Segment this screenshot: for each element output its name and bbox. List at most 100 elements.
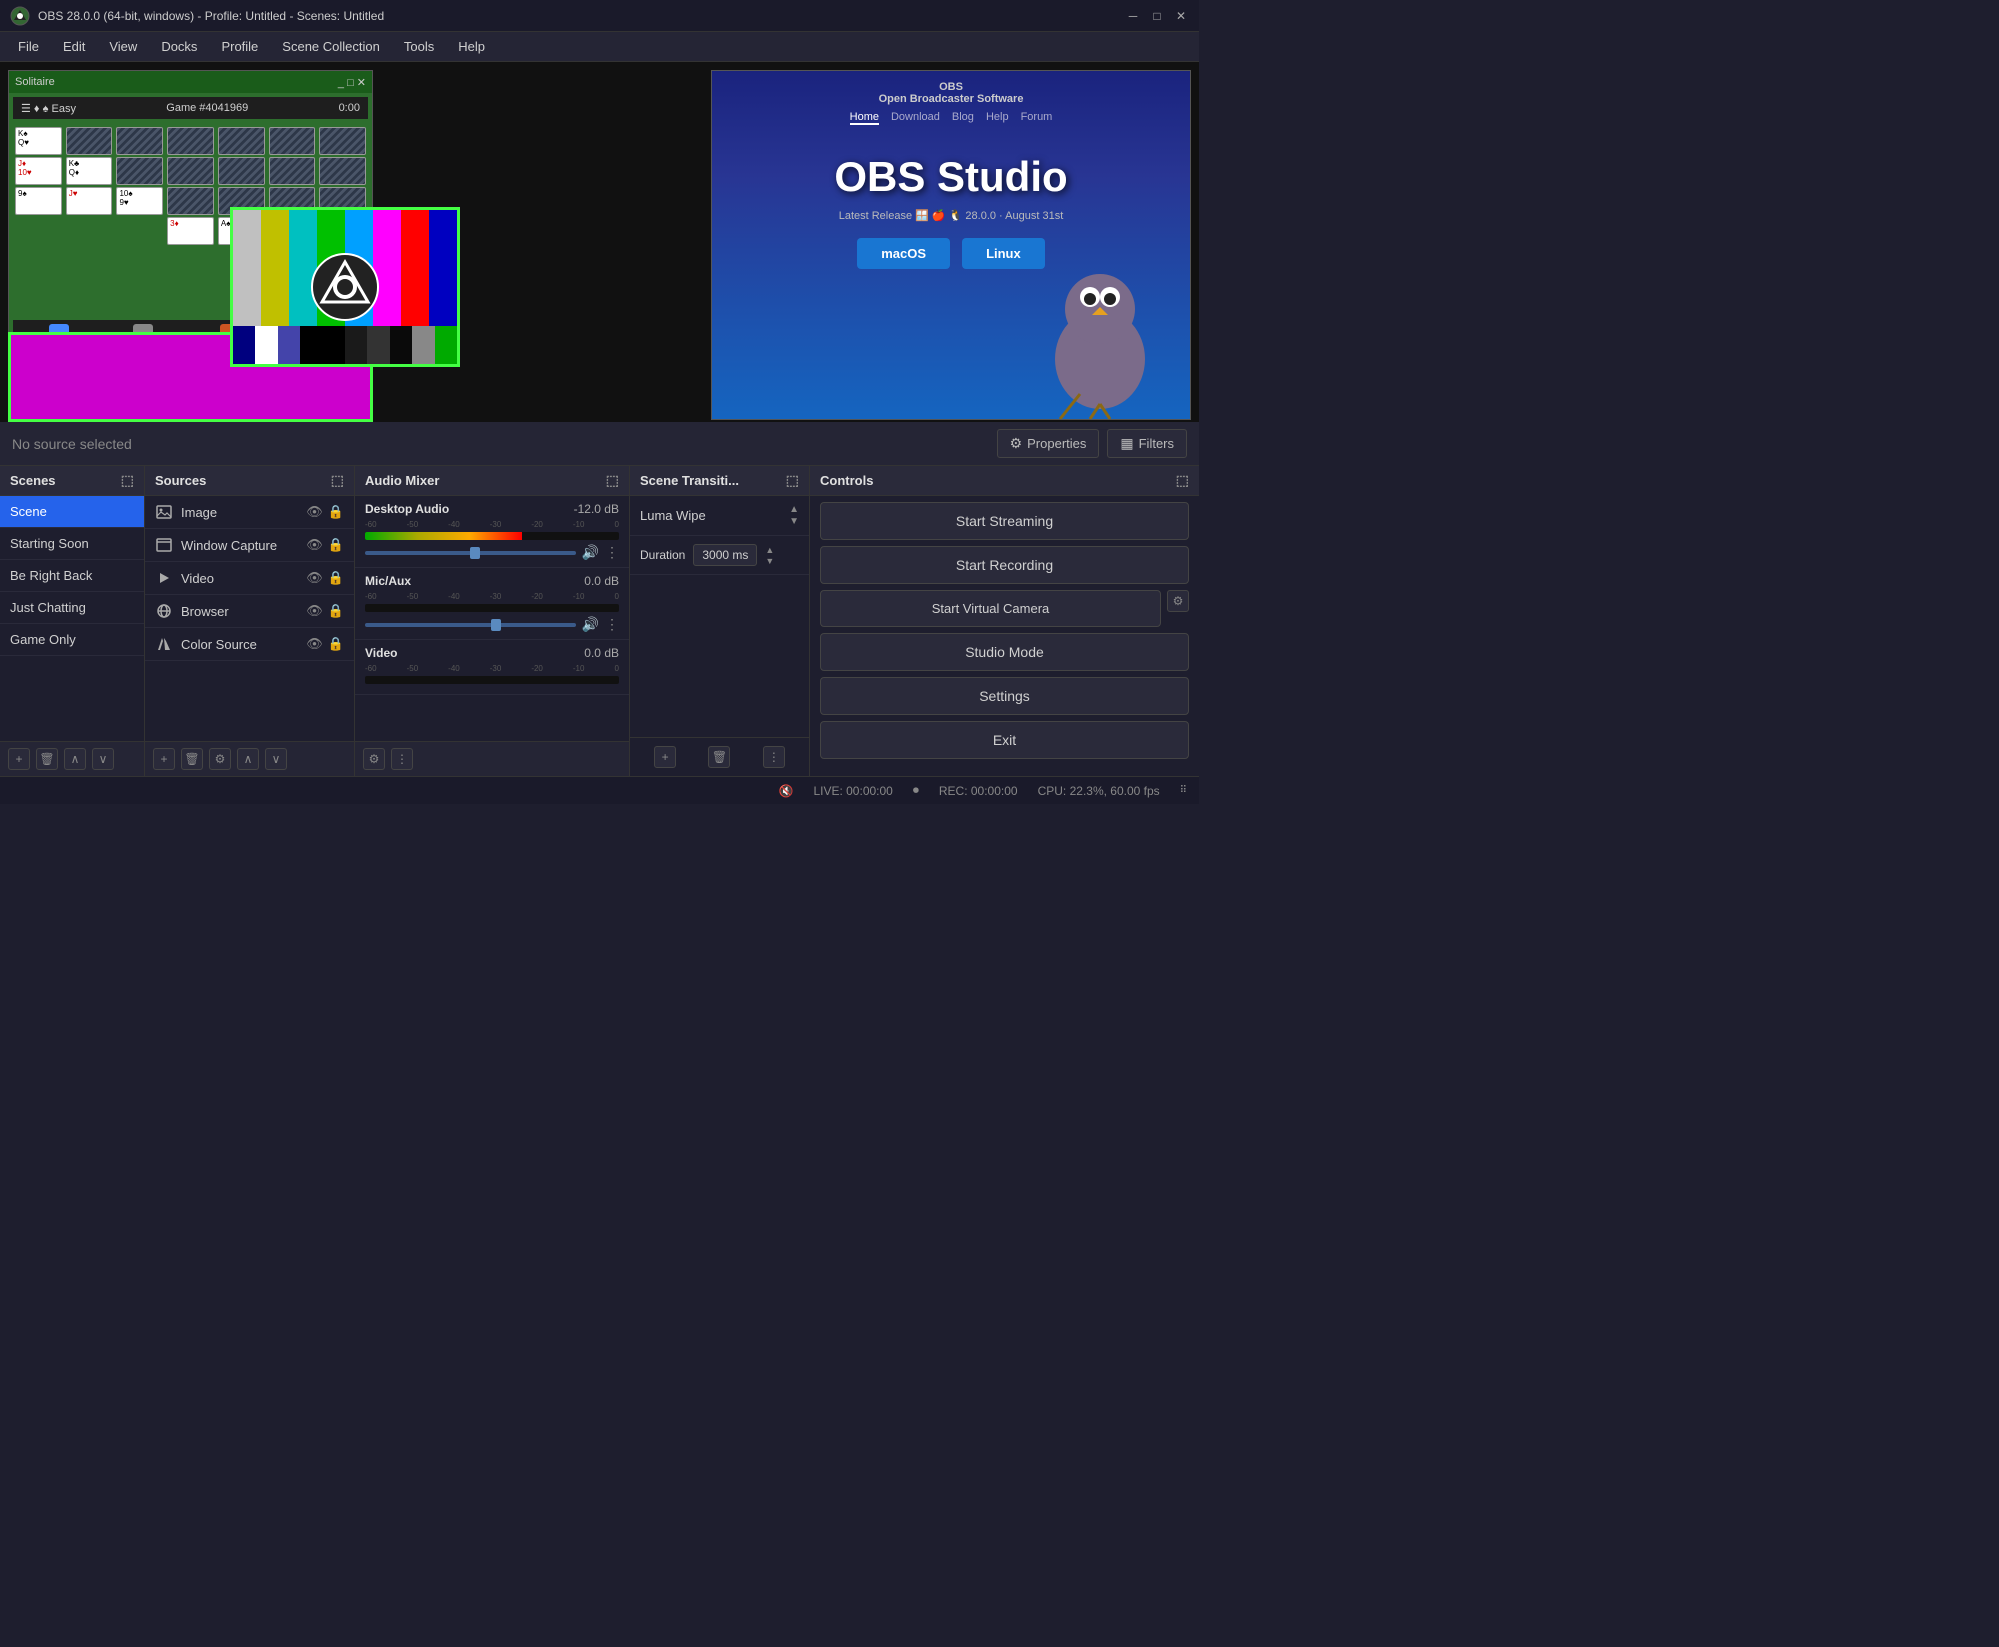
visibility-icon[interactable]: 👁 (306, 603, 323, 619)
move-source-down-button[interactable]: ∨ (265, 748, 287, 770)
sources-panel-header: Sources ⬚ (145, 466, 354, 496)
maximize-button[interactable]: □ (1149, 8, 1165, 24)
menu-profile[interactable]: Profile (211, 35, 268, 58)
desktop-audio-settings-button[interactable]: ⋮ (605, 544, 619, 561)
scene-item-scene[interactable]: Scene (0, 496, 144, 528)
visibility-icon[interactable]: 👁 (306, 570, 323, 586)
menu-file[interactable]: File (8, 35, 49, 58)
menu-help[interactable]: Help (448, 35, 495, 58)
move-scene-down-button[interactable]: ∨ (92, 748, 114, 770)
menu-edit[interactable]: Edit (53, 35, 95, 58)
lock-icon[interactable]: 🔒 (328, 636, 344, 652)
game-header-right: 0:00 (339, 102, 360, 114)
scene-item-game-only[interactable]: Game Only (0, 624, 144, 656)
mic-aux-meter-labels: -60-50-40-30-20-100 (365, 592, 619, 601)
lock-icon[interactable]: 🔒 (328, 603, 344, 619)
visibility-icon[interactable]: 👁 (306, 504, 323, 520)
move-scene-up-button[interactable]: ∧ (64, 748, 86, 770)
move-source-up-button[interactable]: ∧ (237, 748, 259, 770)
filters-button[interactable]: ▦ Filters (1107, 429, 1187, 458)
menu-tools[interactable]: Tools (394, 35, 444, 58)
desktop-audio-mute-button[interactable]: 🔊 (582, 544, 599, 561)
card-facedown (319, 157, 366, 185)
start-recording-button[interactable]: Start Recording (820, 546, 1189, 584)
remove-transition-button[interactable]: 🗑 (708, 746, 730, 768)
mic-aux-volume-thumb (491, 619, 501, 631)
add-scene-button[interactable]: + (8, 748, 30, 770)
game-titlebar: Solitaire _ □ ✕ (9, 71, 372, 93)
source-controls-browser: 👁 🔒 (306, 603, 344, 619)
audio-settings-button[interactable]: ⚙ (363, 748, 385, 770)
mic-aux-volume-slider[interactable] (365, 623, 576, 627)
properties-button[interactable]: ⚙ Properties (997, 429, 1100, 458)
scene-item-be-right-back[interactable]: Be Right Back (0, 560, 144, 592)
card-facedown (167, 157, 214, 185)
start-virtual-camera-button[interactable]: Start Virtual Camera (820, 590, 1161, 627)
add-transition-button[interactable]: + (654, 746, 676, 768)
virtual-camera-settings-button[interactable]: ⚙ (1167, 590, 1189, 612)
start-streaming-button[interactable]: Start Streaming (820, 502, 1189, 540)
card-facedown (167, 187, 214, 215)
scene-item-just-chatting[interactable]: Just Chatting (0, 592, 144, 624)
close-button[interactable]: ✕ (1173, 8, 1189, 24)
mic-aux-settings-button[interactable]: ⋮ (605, 616, 619, 633)
browser-nav-forum[interactable]: Forum (1021, 111, 1053, 125)
menu-docks[interactable]: Docks (151, 35, 207, 58)
scenes-title: Scenes (10, 473, 56, 488)
game-header-left: ☰ ♦ ♠ Easy (21, 102, 76, 115)
scenes-panel-icon[interactable]: ⬚ (121, 472, 134, 489)
card: J♦10♥ (15, 157, 62, 185)
visibility-icon[interactable]: 👁 (306, 636, 323, 652)
source-settings-button[interactable]: ⚙ (209, 748, 231, 770)
browser-nav-home[interactable]: Home (850, 111, 879, 125)
browser-nav-help[interactable]: Help (986, 111, 1009, 125)
macos-btn[interactable]: macOS (857, 238, 950, 269)
remove-source-button[interactable]: 🗑 (181, 748, 203, 770)
card-facedown (116, 157, 163, 185)
source-item-color-source[interactable]: Color Source 👁 🔒 (145, 628, 354, 661)
transition-settings-button[interactable]: ⋮ (763, 746, 785, 768)
audio-mixer-icon[interactable]: ⬚ (606, 472, 619, 489)
settings-button[interactable]: Settings (820, 677, 1189, 715)
menu-view[interactable]: View (99, 35, 147, 58)
browser-nav-download[interactable]: Download (891, 111, 940, 125)
lock-icon[interactable]: 🔒 (328, 504, 344, 520)
audio-mixer-title: Audio Mixer (365, 473, 439, 488)
virtual-camera-row: Start Virtual Camera ⚙ (820, 590, 1189, 627)
cpu-status: CPU: 22.3%, 60.00 fps (1038, 784, 1160, 798)
transition-arrow[interactable]: ▲ ▼ (789, 504, 799, 527)
menubar: File Edit View Docks Profile Scene Colle… (0, 32, 1199, 62)
audio-mixer-header: Audio Mixer ⬚ (355, 466, 629, 496)
source-item-image[interactable]: Image 👁 🔒 (145, 496, 354, 529)
sources-panel-icon[interactable]: ⬚ (331, 472, 344, 489)
transition-name: Luma Wipe (640, 508, 789, 523)
exit-button[interactable]: Exit (820, 721, 1189, 759)
visibility-icon[interactable]: 👁 (306, 537, 323, 553)
browser-btn-row: macOS Linux (857, 238, 1044, 269)
desktop-audio-volume-slider[interactable] (365, 551, 576, 555)
lock-icon[interactable]: 🔒 (328, 537, 344, 553)
source-item-browser[interactable]: Browser 👁 🔒 (145, 595, 354, 628)
source-item-window-capture[interactable]: Window Capture 👁 🔒 (145, 529, 354, 562)
remove-scene-button[interactable]: 🗑 (36, 748, 58, 770)
duration-arrows[interactable]: ▲ ▼ (765, 545, 774, 566)
lock-icon[interactable]: 🔒 (328, 570, 344, 586)
studio-mode-button[interactable]: Studio Mode (820, 633, 1189, 671)
duration-value[interactable]: 3000 ms (693, 544, 757, 566)
card-col-3: 10♠9♥ (116, 127, 163, 316)
scene-transitions-icon[interactable]: ⬚ (786, 472, 799, 489)
mic-aux-mute-button[interactable]: 🔊 (582, 616, 599, 633)
color-source-icon (155, 635, 173, 653)
live-status: LIVE: 00:00:00 (813, 784, 892, 798)
audio-mixer-panel: Audio Mixer ⬚ Desktop Audio -12.0 dB -60… (355, 466, 630, 776)
source-item-video[interactable]: Video 👁 🔒 (145, 562, 354, 595)
audio-more-button[interactable]: ⋮ (391, 748, 413, 770)
source-status-bar: No source selected ⚙ Properties ▦ Filter… (0, 422, 1199, 466)
browser-nav-blog[interactable]: Blog (952, 111, 974, 125)
minimize-button[interactable]: ─ (1125, 8, 1141, 24)
scene-item-starting-soon[interactable]: Starting Soon (0, 528, 144, 560)
menu-scene-collection[interactable]: Scene Collection (272, 35, 390, 58)
card: K♣Q♦ (66, 157, 113, 185)
add-source-button[interactable]: + (153, 748, 175, 770)
controls-icon[interactable]: ⬚ (1176, 472, 1189, 489)
